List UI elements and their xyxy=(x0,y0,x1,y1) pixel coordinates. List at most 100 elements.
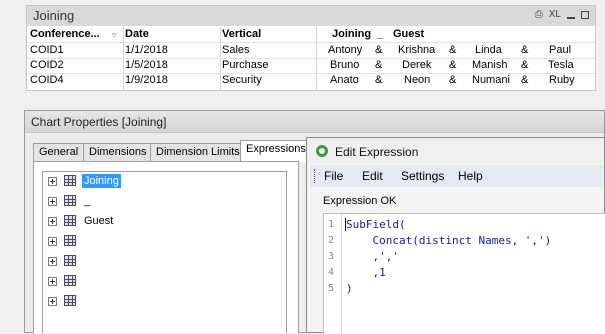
tab-dimension-limits[interactable]: Dimension Limits xyxy=(150,143,246,161)
edit-expression-dialog: Edit Expression File Edit Settings Help … xyxy=(306,137,605,334)
cell-conference: COID1 xyxy=(30,44,64,56)
expand-icon[interactable] xyxy=(48,217,57,226)
cell-amp: & xyxy=(521,74,529,86)
table-title-bar: Joining ⎙ XL xyxy=(27,6,595,26)
tree-item-label: Joining xyxy=(82,174,121,188)
col-header-joining[interactable]: Joining xyxy=(332,28,371,40)
cell-name: Manish xyxy=(472,59,508,71)
menu-settings[interactable]: Settings xyxy=(401,169,444,183)
tree-item-guest[interactable]: Guest xyxy=(43,214,243,230)
cell-date: 1/5/2018 xyxy=(125,59,168,71)
menu-bar: File Edit Settings Help xyxy=(310,165,603,187)
cell-amp: & xyxy=(449,59,457,71)
table-row[interactable]: COID2 1/5/2018 Purchase Bruno & Derek & … xyxy=(27,58,597,73)
expression-editor[interactable]: 1 2 3 4 5 SubField( Concat(distinct Name… xyxy=(323,213,605,334)
cell-name: Anato xyxy=(330,74,359,86)
cell-amp: & xyxy=(449,44,457,56)
tab-dimensions[interactable]: Dimensions xyxy=(83,143,153,161)
line-number: 5 xyxy=(328,283,335,294)
cell-amp: & xyxy=(375,44,383,56)
tree-item[interactable] xyxy=(43,294,243,310)
cell-name: Krishna xyxy=(398,44,436,56)
minimize-icon[interactable] xyxy=(567,17,575,19)
cell-amp: & xyxy=(521,44,529,56)
expression-tree: Joining _ Guest xyxy=(42,171,287,333)
code-line: Concat(distinct Names, ',') xyxy=(346,234,552,247)
line-number: 4 xyxy=(328,267,335,278)
col-header-date[interactable]: Date xyxy=(125,28,149,40)
cell-vertical: Sales xyxy=(222,44,250,56)
tree-item-label: Guest xyxy=(84,215,114,227)
tree-item-separator[interactable]: _ xyxy=(43,194,243,210)
maximize-icon[interactable] xyxy=(581,11,589,19)
cell-date: 1/9/2018 xyxy=(125,74,168,86)
cell-name: Linda xyxy=(475,44,502,56)
cell-amp: & xyxy=(449,74,457,86)
cell-amp: & xyxy=(521,59,529,71)
menu-edit[interactable]: Edit xyxy=(362,169,383,183)
col-header-conference[interactable]: Conference... xyxy=(30,28,100,40)
cell-name: Paul xyxy=(549,44,572,56)
table-header-row: Conference... ▿ Date Vertical Joining _ … xyxy=(27,27,597,42)
tree-item-joining[interactable]: Joining xyxy=(43,174,243,190)
dialog-title-bar: Chart Properties [Joining] xyxy=(25,111,604,133)
cell-name: Antony xyxy=(328,44,363,56)
expand-icon[interactable] xyxy=(48,257,57,266)
cell-name: Neon xyxy=(404,74,431,86)
cell-name: Tesla xyxy=(548,59,574,71)
dialog-title-bar: Edit Expression xyxy=(307,138,604,163)
table-row[interactable]: COID4 1/9/2018 Security Anato & Neon & N… xyxy=(27,73,597,88)
table-icon xyxy=(64,195,76,206)
expand-icon[interactable] xyxy=(48,177,57,186)
table-box: Joining ⎙ XL Conference... ▿ Date Vertic… xyxy=(26,5,596,91)
table-title: Joining xyxy=(33,8,75,23)
cell-vertical: Purchase xyxy=(222,59,269,71)
line-number: 1 xyxy=(328,219,335,230)
tree-item[interactable] xyxy=(43,274,243,290)
table-icon xyxy=(64,175,76,186)
tree-item[interactable] xyxy=(43,234,243,250)
expression-status: Expression OK xyxy=(323,195,397,207)
cell-name: Numani xyxy=(472,74,510,86)
xl-export-icon[interactable]: XL xyxy=(549,9,561,20)
table-icon xyxy=(64,235,76,246)
line-number-gutter: 1 2 3 4 5 xyxy=(324,214,342,334)
code-line: ) xyxy=(346,282,353,295)
code-line: ,',' xyxy=(346,250,399,263)
table-icon xyxy=(64,255,76,266)
table-icon xyxy=(64,295,76,306)
cell-amp: & xyxy=(375,74,383,86)
dialog-title: Edit Expression xyxy=(335,145,419,159)
code-line: ,1 xyxy=(346,266,386,279)
code-line: SubField( xyxy=(346,218,406,231)
table-row[interactable]: COID1 1/1/2018 Sales Antony & Krishna & … xyxy=(27,43,597,58)
expand-icon[interactable] xyxy=(48,237,57,246)
tree-item-label: _ xyxy=(84,195,91,207)
col-header-guest[interactable]: Guest xyxy=(393,28,424,40)
print-icon[interactable]: ⎙ xyxy=(535,9,543,20)
tab-expressions[interactable]: Expressions xyxy=(240,140,312,162)
sort-indicator-icon: ▿ xyxy=(112,30,117,40)
tree-item[interactable] xyxy=(43,254,243,270)
cell-name: Bruno xyxy=(330,59,360,71)
expand-icon[interactable] xyxy=(48,297,57,306)
expand-icon[interactable] xyxy=(48,277,57,286)
col-header-vertical[interactable]: Vertical xyxy=(222,28,261,40)
expand-icon[interactable] xyxy=(48,197,57,206)
toolbar-grip-icon[interactable] xyxy=(314,169,316,183)
cell-name: Derek xyxy=(402,59,432,71)
col-header-separator[interactable]: _ xyxy=(377,28,383,40)
cell-date: 1/1/2018 xyxy=(125,44,168,56)
cell-vertical: Security xyxy=(222,74,262,86)
line-number: 3 xyxy=(328,251,335,262)
dialog-title: Chart Properties [Joining] xyxy=(31,115,167,129)
menu-file[interactable]: File xyxy=(324,169,343,183)
cell-name: Ruby xyxy=(549,74,575,86)
menu-help[interactable]: Help xyxy=(458,169,483,183)
tab-general[interactable]: General xyxy=(33,143,85,161)
cell-conference: COID2 xyxy=(30,59,64,71)
cell-amp: & xyxy=(375,59,383,71)
table-icon xyxy=(64,275,76,286)
qlik-logo-icon xyxy=(316,145,328,157)
table-icon xyxy=(64,215,76,226)
